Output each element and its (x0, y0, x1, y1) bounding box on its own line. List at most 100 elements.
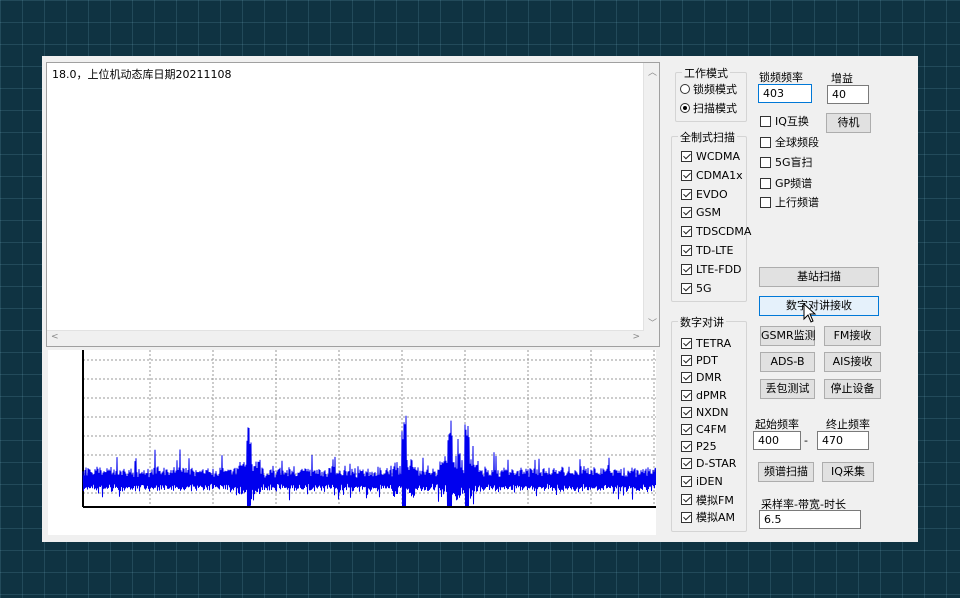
digital-item[interactable]: PDT (681, 354, 718, 367)
opt-uplink-spectrum[interactable]: 上行频谱 (760, 194, 819, 210)
sample-input[interactable]: 6.5 (759, 510, 861, 529)
scroll-right-arrow-icon[interactable]: > (632, 332, 640, 342)
log-textarea[interactable]: 18.0，上位机动态库日期20211108 ︿ ﹀ < > (46, 62, 660, 347)
digital-item[interactable]: dPMR (681, 389, 727, 402)
fullscan-label: 5G (696, 281, 712, 295)
digital-item[interactable]: DMR (681, 371, 722, 384)
opt-iq-swap[interactable]: IQ互换 (760, 113, 809, 129)
fullscan-item[interactable]: EVDO (681, 188, 728, 201)
opt-iq-swap-checkbox[interactable] (760, 115, 771, 127)
digital-checkbox[interactable] (681, 511, 692, 523)
opt-5g-blind[interactable]: 5G盲扫 (760, 154, 813, 170)
packet-test-button[interactable]: 丢包测试 (760, 379, 815, 399)
ais-rx-button[interactable]: AIS接收 (824, 352, 881, 372)
fullscan-title: 全制式扫描 (678, 129, 737, 145)
fullscan-item[interactable]: TD-LTE (681, 244, 733, 257)
digital-label: P25 (696, 440, 717, 454)
gain-input[interactable]: 40 (827, 85, 869, 104)
digital-checkbox[interactable] (681, 406, 692, 418)
digital-item[interactable]: 模拟AM (681, 509, 735, 525)
opt-gp-spectrum[interactable]: GP频谱 (760, 175, 812, 191)
stop-device-button[interactable]: 停止设备 (824, 379, 881, 399)
radio-lock-indicator[interactable] (680, 84, 690, 94)
digital-checkbox[interactable] (681, 441, 692, 453)
opt-5g-blind-checkbox[interactable] (760, 156, 771, 168)
digital-checkbox[interactable] (681, 372, 692, 384)
fullscan-checkbox[interactable] (681, 245, 692, 256)
digital-item[interactable]: TETRA (681, 337, 731, 350)
digital-checkbox[interactable] (681, 424, 692, 435)
fullscan-group: 全制式扫描 WCDMA CDMA1x EVDO GSM TDSCDMA TD-LTE LTE… (671, 129, 751, 302)
iq-capture-button[interactable]: IQ采集 (822, 462, 874, 482)
scroll-left-arrow-icon[interactable]: < (51, 332, 59, 342)
radio-lock-label: 锁频模式 (693, 83, 737, 96)
fullscan-checkbox[interactable] (681, 226, 692, 238)
fullscan-checkbox[interactable] (681, 188, 692, 200)
lock-freq-input[interactable]: 403 (758, 84, 812, 103)
standby-button[interactable]: 待机 (826, 113, 871, 133)
digital-label: PDT (696, 354, 718, 368)
digital-label: 模拟FM (696, 493, 734, 507)
opt-global-band[interactable]: 全球频段 (760, 134, 819, 150)
fullscan-item[interactable]: 5G (681, 282, 712, 295)
digital-checkbox[interactable] (681, 355, 692, 367)
log-text: 18.0，上位机动态库日期20211108 (52, 68, 232, 81)
digital-item[interactable]: C4FM (681, 423, 727, 436)
digital-checkbox[interactable] (681, 338, 692, 349)
scroll-down-arrow-icon[interactable]: ﹀ (648, 316, 657, 329)
fullscan-item[interactable]: CDMA1x (681, 169, 743, 182)
digital-item[interactable]: iDEN (681, 475, 723, 488)
radio-scan-indicator[interactable] (680, 103, 690, 113)
fullscan-label: CDMA1x (696, 168, 743, 182)
spectrum-chart (48, 350, 657, 535)
digital-checkbox[interactable] (681, 389, 692, 401)
log-vertical-scrollbar[interactable]: ︿ ﹀ (643, 63, 659, 331)
gsmr-button[interactable]: GSMR监测 (760, 326, 816, 346)
digital-item[interactable]: P25 (681, 440, 717, 453)
fullscan-label: LTE-FDD (696, 262, 742, 276)
base-scan-button[interactable]: 基站扫描 (759, 267, 879, 287)
digital-checkbox[interactable] (681, 475, 692, 487)
fullscan-checkbox[interactable] (681, 207, 692, 219)
opt-global-band-checkbox[interactable] (760, 136, 771, 148)
fullscan-item[interactable]: TDSCDMA (681, 225, 751, 238)
opt-uplink-spectrum-checkbox[interactable] (760, 196, 771, 208)
radio-scan-mode[interactable]: 扫描模式 (680, 100, 737, 116)
fullscan-checkbox[interactable] (681, 263, 692, 275)
digital-label: TETRA (696, 337, 732, 350)
digital-item[interactable]: NXDN (681, 406, 728, 419)
digital-label: DMR (696, 371, 722, 385)
digital-label: NXDN (696, 405, 729, 419)
fullscan-item[interactable]: WCDMA (681, 150, 740, 163)
digital-checkbox[interactable] (681, 494, 692, 506)
digital-title: 数字对讲 (678, 314, 726, 330)
spectrum-scan-button[interactable]: 频谱扫描 (758, 462, 814, 482)
lock-freq-label: 锁频频率 (759, 71, 803, 84)
digital-label: C4FM (696, 423, 727, 436)
fullscan-checkbox[interactable] (681, 151, 692, 162)
stop-freq-label: 终止频率 (824, 416, 872, 432)
fullscan-checkbox[interactable] (681, 282, 692, 294)
scroll-up-arrow-icon[interactable]: ︿ (648, 65, 657, 78)
radio-lock-mode[interactable]: 锁频模式 (680, 81, 737, 97)
log-horizontal-scrollbar[interactable]: < > (47, 330, 644, 346)
digital-rx-button[interactable]: 数字对讲接收 (759, 296, 879, 316)
opt-uplink-spectrum-label: 上行频谱 (775, 196, 819, 209)
gain-label: 增益 (831, 72, 853, 85)
digital-item[interactable]: 模拟FM (681, 492, 734, 508)
start-freq-input[interactable]: 400 (753, 431, 801, 450)
fm-rx-button[interactable]: FM接收 (824, 326, 881, 346)
adsb-button[interactable]: ADS-B (760, 352, 815, 372)
fullscan-checkbox[interactable] (681, 169, 692, 181)
opt-gp-spectrum-checkbox[interactable] (760, 177, 771, 189)
start-freq-label: 起始频率 (753, 416, 801, 432)
fullscan-item[interactable]: GSM (681, 206, 721, 219)
digital-checkbox[interactable] (681, 458, 692, 470)
digital-item[interactable]: D-STAR (681, 457, 736, 470)
fullscan-label: EVDO (696, 187, 728, 201)
radio-scan-label: 扫描模式 (693, 102, 737, 115)
fullscan-item[interactable]: LTE-FDD (681, 263, 742, 276)
spectrum-svg (82, 350, 657, 508)
stop-freq-input[interactable]: 470 (817, 431, 869, 450)
digital-label: D-STAR (696, 457, 737, 471)
